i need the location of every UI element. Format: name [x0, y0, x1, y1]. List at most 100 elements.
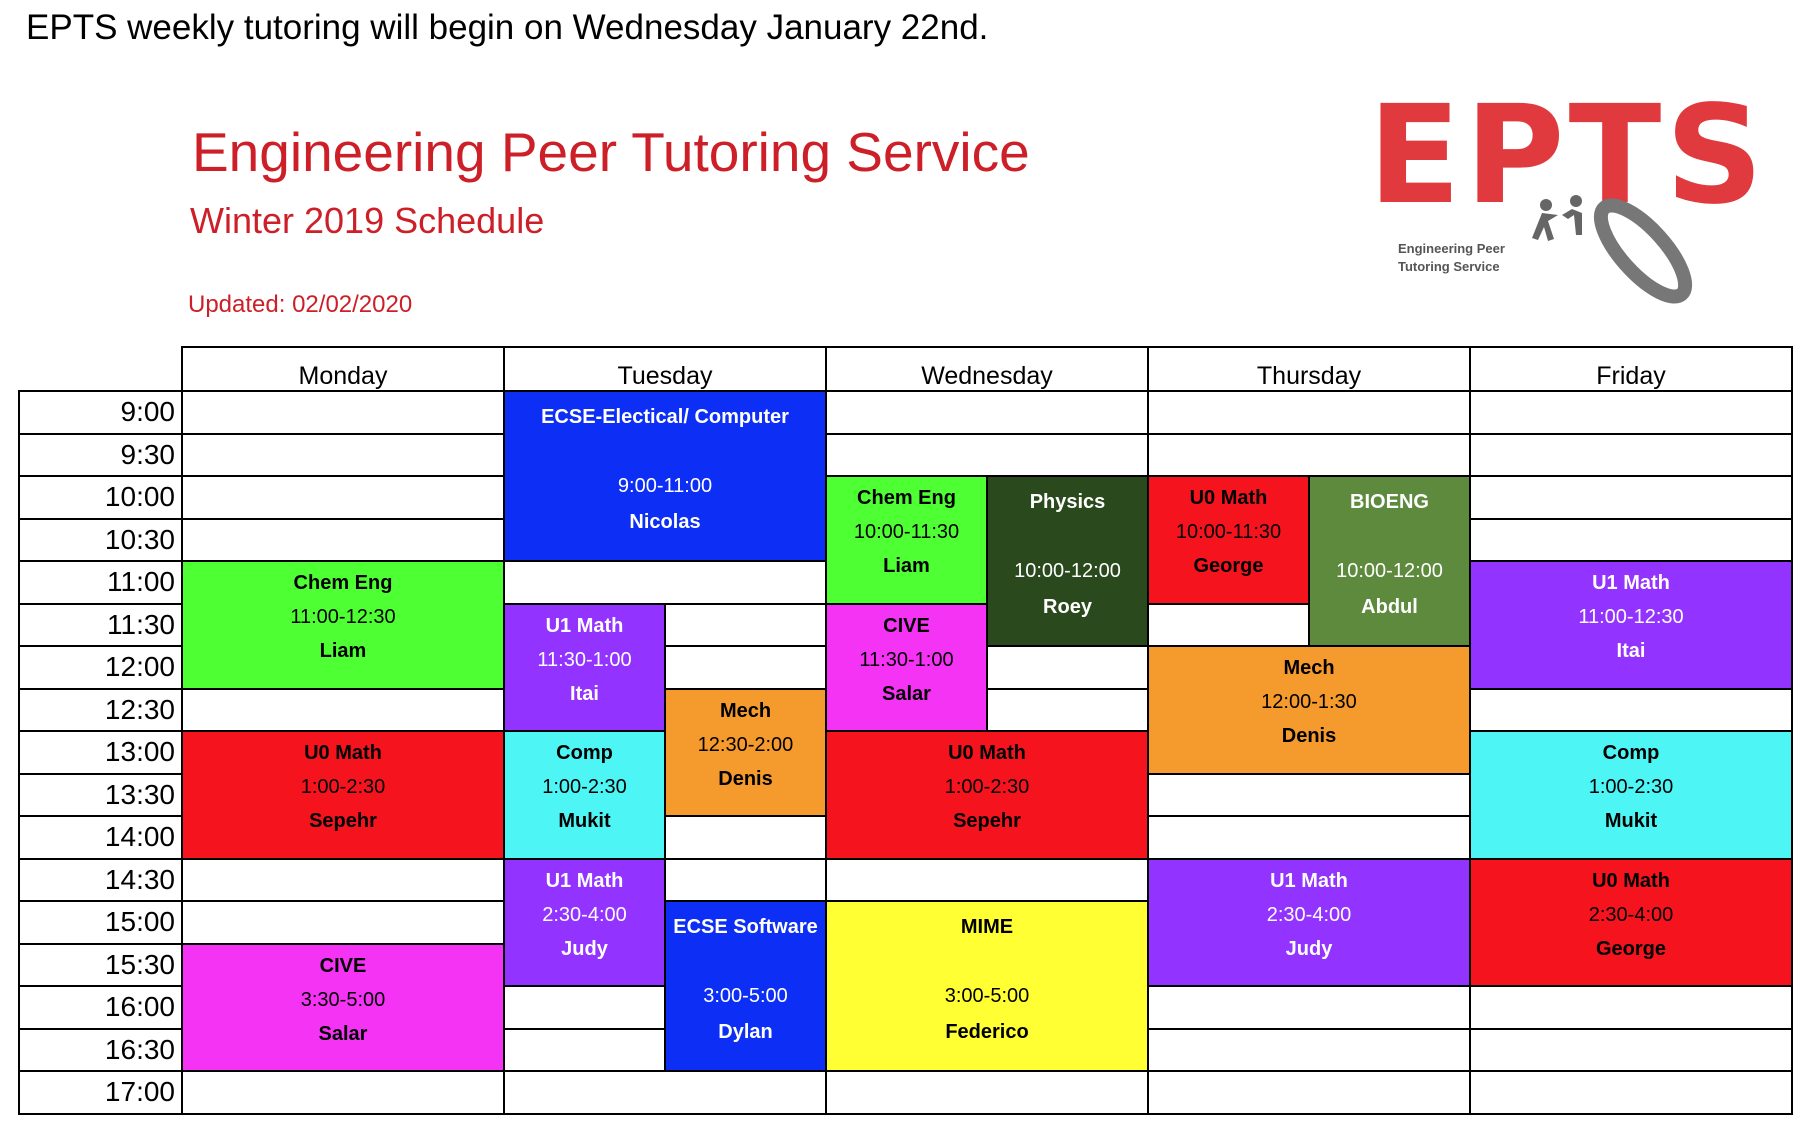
empty-slot	[181, 475, 505, 520]
session-time: 12:30-2:00	[697, 733, 794, 756]
session-time: 2:30-4:00	[1266, 903, 1352, 926]
session-tutor: Roey	[1043, 595, 1092, 618]
epts-logo: EPTS Engineering Peer Tutoring Service	[1368, 88, 1763, 328]
session-time: 1:00-2:30	[300, 776, 386, 799]
session-subject: Comp	[556, 742, 613, 764]
day-header-wednesday: Wednesday	[825, 346, 1149, 392]
session-time: 3:00-5:00	[703, 984, 788, 1007]
time-label: 15:00	[18, 900, 185, 945]
session-block-u0-math: U0 Math 2:30-4:00 George	[1469, 857, 1793, 987]
empty-slot	[1469, 390, 1793, 435]
empty-slot	[1469, 1070, 1793, 1115]
session-time: 11:00-12:30	[1578, 606, 1684, 629]
time-label: 9:00	[18, 390, 185, 435]
empty-slot	[1147, 815, 1471, 860]
time-label: 17:00	[18, 1070, 185, 1115]
session-subject: CIVE	[883, 614, 930, 637]
page-subtitle: Winter 2019 Schedule	[190, 200, 545, 241]
empty-slot	[181, 432, 505, 477]
session-time: 10:00-11:30	[1175, 521, 1282, 544]
session-block-comp: Comp 1:00-2:30 Mukit	[1469, 730, 1793, 860]
session-block-bioeng: BIOENG 10:00-12:00 Abdul	[1308, 475, 1471, 647]
session-subject: ECSE-Electical/ Computer	[541, 406, 789, 428]
time-label: 14:00	[18, 815, 185, 860]
session-subject: Chem Eng	[293, 572, 393, 594]
session-tutor: Salar	[318, 1022, 368, 1045]
logo-tagline: Engineering Peer Tutoring Service	[1398, 240, 1505, 275]
session-tutor: George	[1193, 555, 1264, 578]
session-tutor: Denis	[1281, 725, 1337, 748]
session-block-mech: Mech 12:00-1:30 Denis	[1147, 645, 1471, 775]
session-block-chem-eng: Chem Eng 10:00-11:30 Liam	[825, 475, 988, 605]
empty-slot	[1469, 432, 1793, 477]
day-header-friday: Friday	[1469, 346, 1793, 392]
time-label: 10:30	[18, 517, 185, 562]
session-tutor: Sepehr	[309, 810, 377, 833]
session-tutor: Liam	[883, 555, 930, 578]
session-time: 11:00-12:30	[290, 606, 396, 629]
day-header-tuesday: Tuesday	[503, 346, 827, 392]
empty-slot	[1469, 475, 1793, 520]
empty-slot	[181, 390, 505, 435]
empty-slot	[1147, 390, 1471, 435]
session-time: 1:00-2:30	[1588, 776, 1674, 799]
session-subject: U0 Math	[948, 742, 1026, 764]
empty-slot	[1469, 985, 1793, 1030]
session-subject: U1 Math	[1592, 572, 1670, 594]
session-block-u1-math: U1 Math 11:00-12:30 Itai	[1469, 560, 1793, 690]
empty-slot	[181, 687, 505, 732]
empty-slot	[1147, 1070, 1471, 1115]
session-tutor: Mukit	[1604, 810, 1658, 833]
empty-slot	[825, 390, 1149, 435]
session-block-mime: MIME 3:00-5:00 Federico	[825, 900, 1149, 1072]
session-tutor: Sepehr	[953, 810, 1021, 833]
empty-slot	[1469, 1027, 1793, 1072]
time-label: 13:30	[18, 772, 185, 817]
session-subject: Comp	[1602, 742, 1660, 764]
session-time: 1:00-2:30	[542, 776, 627, 799]
session-time: 10:00-12:00	[1014, 559, 1121, 582]
session-block-ecse-software: ECSE Software 3:00-5:00 Dylan	[664, 900, 827, 1072]
session-block-u0-math: U0 Math 1:00-2:30 Sepehr	[181, 730, 505, 860]
session-subject: U0 Math	[304, 742, 382, 764]
session-tutor: Judy	[561, 937, 608, 960]
session-tutor: Abdul	[1361, 595, 1418, 618]
session-subject: Mech	[719, 699, 772, 722]
time-label: 12:00	[18, 645, 185, 690]
session-block-comp: Comp 1:00-2:30 Mukit	[503, 730, 666, 860]
session-tutor: Denis	[718, 767, 773, 790]
session-tutor: Salar	[882, 682, 931, 705]
session-tutor: Nicolas	[629, 510, 701, 533]
session-subject: U0 Math	[1592, 869, 1670, 892]
empty-slot	[1147, 432, 1471, 477]
session-time: 2:30-4:00	[542, 903, 627, 926]
time-label: 11:30	[18, 602, 185, 647]
session-block-cive: CIVE 11:30-1:00 Salar	[825, 602, 988, 732]
notice-text: EPTS weekly tutoring will begin on Wedne…	[26, 8, 989, 47]
empty-slot	[181, 857, 505, 902]
session-block-u1-math: U1 Math 11:30-1:00 Itai	[503, 602, 666, 732]
empty-slot	[825, 857, 1149, 902]
session-tutor: Federico	[945, 1020, 1029, 1043]
empty-slot	[1469, 687, 1793, 732]
empty-slot	[1147, 772, 1471, 817]
empty-slot	[181, 900, 505, 945]
schedule-grid: Monday Tuesday Wednesday Thursday Friday 9:00…	[18, 346, 1794, 1116]
empty-slot	[1147, 1027, 1471, 1072]
time-label: 9:30	[18, 432, 185, 477]
session-block-u1-math: U1 Math 2:30-4:00 Judy	[1147, 857, 1471, 987]
session-time: 11:30-1:00	[859, 648, 954, 671]
session-tutor: Liam	[319, 640, 367, 663]
time-label: 10:00	[18, 475, 185, 520]
session-block-mech: Mech 12:30-2:00 Denis	[664, 687, 827, 817]
session-block-u1-math: U1 Math 2:30-4:00 Judy	[503, 857, 666, 987]
session-block-chem-eng: Chem Eng 11:00-12:30 Liam	[181, 560, 505, 690]
empty-slot	[1469, 517, 1793, 562]
time-label: 16:00	[18, 985, 185, 1030]
session-subject: Physics	[1029, 491, 1106, 513]
page-title: Engineering Peer Tutoring Service	[192, 121, 1030, 183]
session-time: 11:30-1:00	[537, 648, 632, 671]
session-tutor: Judy	[1285, 937, 1333, 960]
empty-slot	[181, 517, 505, 562]
session-time: 2:30-4:00	[1588, 903, 1674, 926]
